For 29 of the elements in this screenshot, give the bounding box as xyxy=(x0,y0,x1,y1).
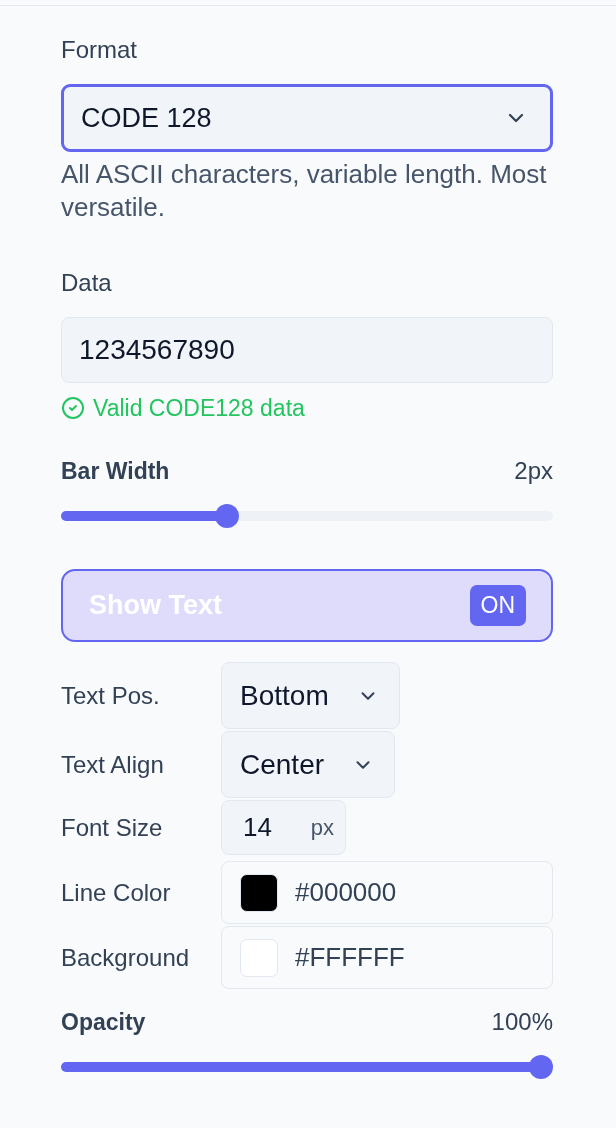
color-swatch-icon[interactable] xyxy=(240,873,278,912)
format-description: All ASCII characters, variable length. Most versatile. xyxy=(61,158,548,224)
slider-thumb[interactable] xyxy=(529,1055,553,1079)
field-label: Text Align xyxy=(61,749,165,780)
format-select[interactable]: CODE 128 xyxy=(61,84,553,152)
slider-label: Bar Width xyxy=(61,457,170,486)
field-label: Font Size xyxy=(61,812,164,843)
bar-width-slider[interactable] xyxy=(61,504,553,528)
opacity-slider[interactable] xyxy=(61,1055,553,1079)
field-label: Background xyxy=(61,942,191,973)
slider-thumb[interactable] xyxy=(215,504,240,528)
dropdown-select[interactable]: Bottom xyxy=(221,662,400,729)
field-label: Text Pos. xyxy=(61,680,161,711)
slider-value: 100% xyxy=(491,1007,553,1037)
font-size-field[interactable]: 14 px xyxy=(221,800,346,855)
validation-message: Valid CODE128 data xyxy=(93,394,305,423)
slider-label: Opacity xyxy=(61,1008,146,1037)
color-swatch-icon[interactable] xyxy=(240,938,278,977)
dropdown-select[interactable]: Center xyxy=(221,731,396,798)
color-field[interactable]: #FFFFFF xyxy=(221,926,553,989)
field-label: Line Color xyxy=(61,877,172,908)
data-input[interactable]: 1234567890 xyxy=(61,317,553,383)
field-label: Data xyxy=(61,269,113,297)
color-field[interactable]: #000000 xyxy=(221,861,553,924)
field-label: Format xyxy=(61,36,138,64)
slider-value: 2px xyxy=(514,456,553,486)
state-badge: ON xyxy=(469,585,526,626)
unit-label: px xyxy=(310,814,334,842)
check-circle-icon xyxy=(61,396,85,420)
